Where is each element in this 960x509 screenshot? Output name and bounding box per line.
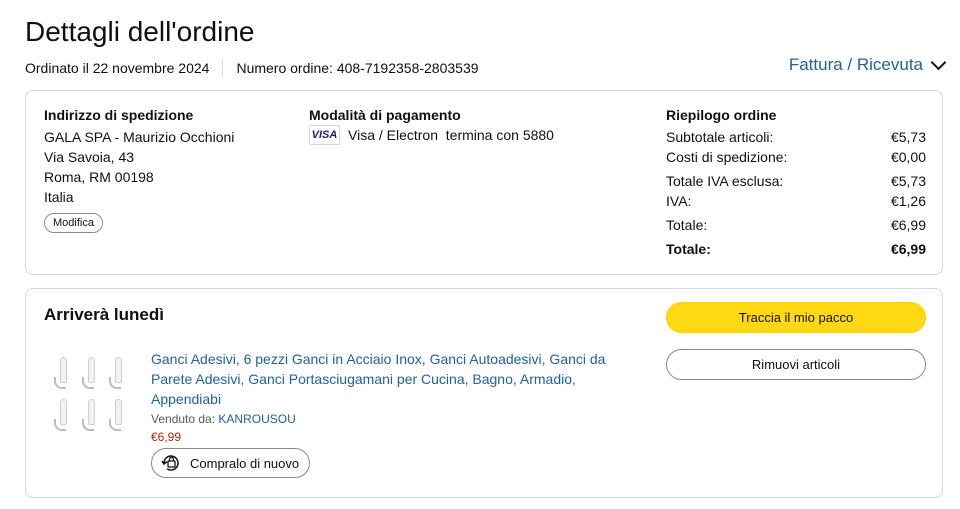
summary-row: Totale IVA esclusa: €5,73	[666, 171, 926, 191]
summary-label: Costi di spedizione:	[666, 149, 788, 165]
hook-image-part	[82, 399, 97, 431]
order-meta: Ordinato il 22 novembre 2024 Numero ordi…	[25, 60, 479, 76]
summary-row: Costi di spedizione: €0,00	[666, 147, 926, 167]
page-title: Dettagli dell'ordine	[25, 16, 255, 47]
buy-again-label[interactable]: Compralo di nuovo	[190, 456, 299, 471]
summary-value: €1,26	[890, 193, 926, 209]
remove-items-button[interactable]: Rimuovi articoli	[666, 349, 926, 380]
hook-image-part	[109, 399, 124, 431]
summary-value: €5,73	[890, 173, 926, 189]
visa-card-icon: VISA	[309, 125, 340, 145]
summary-row: IVA: €1,26	[666, 191, 926, 211]
hook-image-part	[54, 399, 69, 431]
summary-grand-total: Totale: €6,99	[666, 239, 926, 259]
summary-label: IVA:	[666, 193, 692, 209]
summary-label: Totale:	[666, 217, 708, 233]
arrival-status: Arriverà lunedì	[44, 305, 164, 324]
shipping-heading: Indirizzo di spedizione	[44, 107, 194, 123]
payment-heading: Modalità di pagamento	[309, 107, 461, 123]
summary-heading: Riepilogo ordine	[666, 107, 777, 123]
divider	[222, 60, 224, 76]
edit-address-button[interactable]: Modifica	[44, 213, 103, 233]
card-description: Visa / Electron termina con 5880	[348, 127, 554, 143]
shipment-card: Arriverà lunedì Traccia il mio pacco Rim…	[25, 288, 943, 498]
seller-link[interactable]: KANROUSOU	[218, 412, 295, 426]
product-title-link[interactable]: Ganci Adesivi, 6 pezzi Ganci in Acciaio …	[151, 349, 621, 409]
summary-value: €5,73	[890, 129, 926, 145]
sold-by-label: Venduto da:	[151, 412, 216, 426]
order-date: Ordinato il 22 novembre 2024	[25, 60, 210, 76]
buy-again-button[interactable]: Compralo di nuovo	[151, 448, 311, 478]
order-details-card: Indirizzo di spedizione GALA SPA - Mauri…	[25, 90, 943, 275]
product-image[interactable]	[52, 353, 132, 437]
address-line: Italia	[44, 189, 74, 205]
summary-value: €6,99	[890, 217, 926, 233]
summary-label: Totale:	[666, 241, 711, 257]
summary-label: Subtotale articoli:	[666, 129, 774, 145]
payment-section: Modalità di pagamento VISA Visa / Electr…	[309, 107, 554, 145]
summary-row: Totale: €6,99	[666, 215, 926, 235]
product-price: €6,99	[151, 430, 182, 444]
seller-info: Venduto da: KANROUSOU	[151, 412, 621, 426]
hook-image-part	[54, 357, 69, 389]
shipping-address-section: Indirizzo di spedizione GALA SPA - Mauri…	[44, 107, 234, 233]
track-package-button[interactable]: Traccia il mio pacco	[666, 302, 926, 333]
order-summary-section: Riepilogo ordine Subtotale articoli: €5,…	[666, 107, 926, 259]
hook-image-part	[109, 357, 124, 389]
buy-again-icon	[161, 455, 179, 471]
product-info: Ganci Adesivi, 6 pezzi Ganci in Acciaio …	[151, 349, 621, 479]
summary-row: Subtotale articoli: €5,73	[666, 127, 926, 147]
summary-value: €6,99	[890, 241, 926, 257]
chevron-down-icon[interactable]	[930, 54, 947, 71]
summary-value: €0,00	[890, 149, 926, 165]
address-line: GALA SPA - Maurizio Occhioni	[44, 129, 235, 145]
hook-image-part	[82, 357, 97, 389]
invoice-link-label[interactable]: Fattura / Ricevuta	[789, 55, 923, 75]
address-line: Via Savoia, 43	[44, 149, 135, 165]
summary-label: Totale IVA esclusa:	[666, 173, 784, 189]
address-line: Roma, RM 00198	[44, 169, 154, 185]
invoice-dropdown[interactable]: Fattura / Ricevuta	[789, 54, 947, 75]
order-number: Numero ordine: 408-7192358-2803539	[236, 60, 479, 76]
